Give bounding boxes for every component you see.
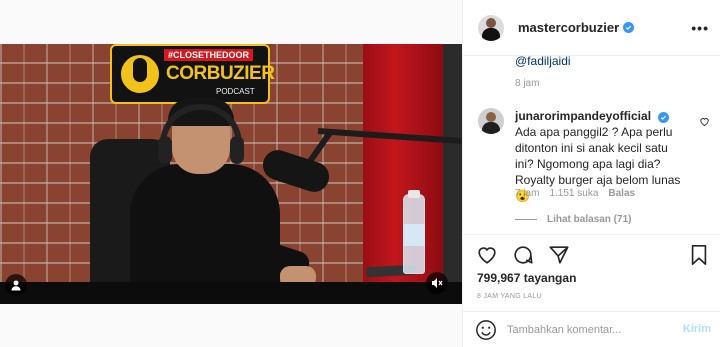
podcast-logo: #CLOSETHEDOOR CORBUZIER PODCAST — [110, 44, 275, 104]
comment-meta: 7 jam 1.151 suka Balas — [515, 188, 635, 199]
like-comment-heart-icon[interactable] — [699, 114, 710, 132]
comment-username[interactable]: junarorimpandeyofficial — [515, 109, 651, 123]
logo-hashtag: #CLOSETHEDOOR — [164, 49, 254, 61]
microphone-logo-icon — [133, 58, 147, 82]
view-count[interactable]: 799,967 tayangan — [477, 271, 576, 285]
more-horizontal-icon[interactable]: ••• — [691, 20, 709, 36]
comment-timestamp: 8 jam — [515, 78, 540, 89]
desk — [0, 282, 462, 304]
view-replies-button[interactable]: Lihat balasan (71) — [515, 214, 631, 225]
user-tag-icon[interactable] — [5, 274, 27, 296]
video-player[interactable]: #CLOSETHEDOOR CORBUZIER PODCAST — [0, 44, 462, 304]
share-icon[interactable] — [547, 243, 571, 267]
avatar[interactable] — [478, 108, 504, 134]
verified-badge-icon — [623, 22, 635, 33]
speaker-muted-icon[interactable] — [426, 272, 448, 294]
post-details-pane: mastercorbuzier ••• @fadiljaidi 8 jam ju… — [462, 0, 720, 347]
post-actions: 799,967 tayangan 8 JAM YANG LALU Kirim — [463, 234, 720, 346]
avatar[interactable] — [478, 14, 504, 41]
bookmark-icon[interactable] — [687, 243, 711, 267]
view-replies-label: Lihat balasan (71) — [547, 214, 632, 225]
comments-list: @fadiljaidi 8 jam junarorimpandeyofficia… — [463, 56, 720, 234]
post-username[interactable]: mastercorbuzier — [518, 20, 619, 35]
emoji-icon[interactable] — [475, 319, 497, 341]
reply-button[interactable]: Balas — [608, 188, 635, 199]
heart-icon[interactable] — [475, 243, 499, 267]
logo-name: CORBUZIER — [166, 63, 275, 84]
comment-icon[interactable] — [511, 243, 535, 267]
post-timestamp[interactable]: 8 JAM YANG LALU — [477, 293, 542, 300]
comment-like-count[interactable]: 1.151 suka — [549, 188, 598, 199]
verified-badge-icon — [658, 112, 670, 123]
comment-input[interactable] — [507, 323, 667, 336]
media-pane: #CLOSETHEDOOR CORBUZIER PODCAST — [0, 0, 462, 347]
comment-form: Kirim — [463, 311, 720, 347]
comment-mention[interactable]: @fadiljaidi — [515, 56, 571, 68]
post-comment-button[interactable]: Kirim — [683, 323, 711, 335]
post-header: mastercorbuzier ••• — [463, 0, 720, 56]
comment-timestamp[interactable]: 7 jam — [515, 188, 539, 199]
logo-subtitle: PODCAST — [216, 87, 255, 96]
